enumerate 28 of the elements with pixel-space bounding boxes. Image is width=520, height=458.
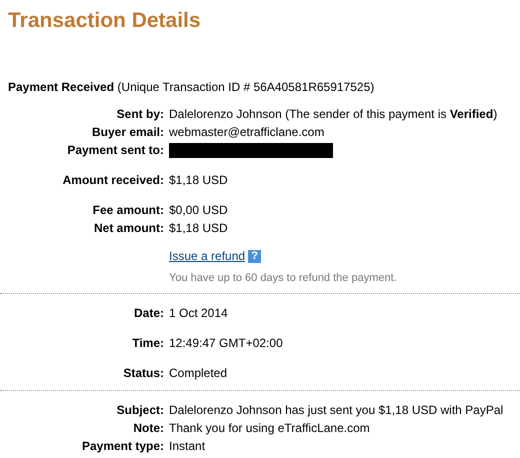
field-value: Instant xyxy=(169,438,206,455)
field-value: $0,00 USD xyxy=(169,202,228,219)
field-label: Payment sent to: xyxy=(66,142,165,159)
field-value: $1,18 USD xyxy=(169,172,228,189)
field-label: Time: xyxy=(131,335,165,352)
field-label: Sent by: xyxy=(116,106,165,123)
field-label: Net amount: xyxy=(93,220,165,237)
field-value: Dalelorenzo Johnson has just sent you $1,18 USD with PayPal xyxy=(169,402,504,419)
refund-link[interactable]: Issue a refund xyxy=(169,249,246,263)
refund-note: You have up to 60 days to refund the payment. xyxy=(169,271,398,285)
field-label: Status: xyxy=(122,365,165,382)
field-value: 1 Oct 2014 xyxy=(169,305,228,322)
field-label: Subject: xyxy=(116,402,165,419)
field-value: Dalelorenzo Johnson (The sender of this payment is Verified) xyxy=(169,106,498,123)
field-value: $1,18 USD xyxy=(169,220,228,237)
field-value: webmaster@etrafficlane.com xyxy=(169,124,324,141)
field-label: Date: xyxy=(132,305,165,322)
field-label: Fee amount: xyxy=(92,202,165,219)
transaction-id: (Unique Transaction ID # 56A40581R65917525) xyxy=(117,80,374,94)
field-label: Payment type: xyxy=(80,438,165,455)
section-heading: Payment Received xyxy=(8,80,114,94)
field-label: Amount received: xyxy=(62,172,165,189)
field-value: Completed xyxy=(169,365,228,382)
field-value: 12:49:47 GMT+02:00 xyxy=(169,335,283,352)
page-title: Transaction Details xyxy=(7,8,202,34)
field-label: Buyer email: xyxy=(90,124,165,141)
field-value: Thank you for using eTrafficLane.com xyxy=(169,420,370,437)
field-label: Note: xyxy=(132,420,165,437)
